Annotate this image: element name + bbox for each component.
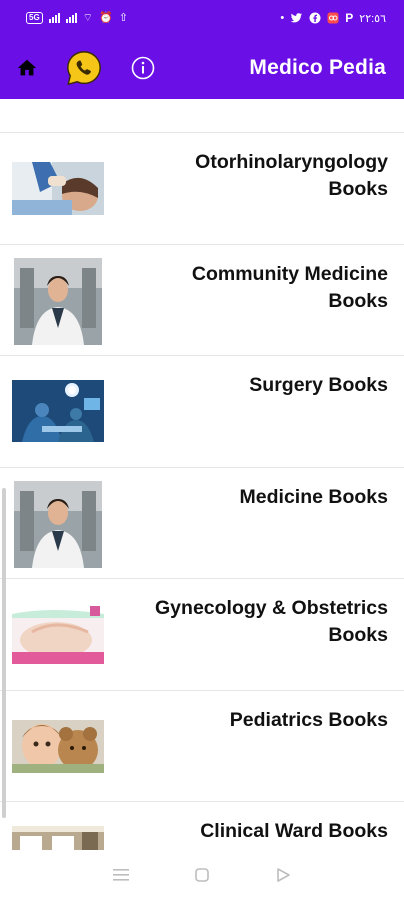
alarm-icon: ⏰ [99, 12, 113, 24]
system-nav-bar [0, 850, 404, 900]
list-item-title: Gynecology & Obstetrics Books [155, 597, 388, 646]
back-button[interactable] [271, 863, 295, 887]
app-bar: Medico Pedia [0, 36, 404, 99]
back-icon [277, 868, 291, 882]
dot-icon: • [280, 12, 285, 24]
status-left: 5G ⌔ ⏰ ⇧ [26, 12, 128, 24]
p-notification-icon: P [345, 11, 354, 25]
operating-room-photo [12, 380, 104, 442]
upload-icon: ⇧ [118, 12, 128, 24]
info-button[interactable] [130, 55, 156, 81]
nav-home-button[interactable] [190, 863, 214, 887]
status-right: • P ٢٢:٥٦ [280, 11, 386, 25]
clock: ٢٢:٥٦ [359, 12, 386, 25]
list-item-title: Medicine Books [239, 485, 388, 508]
list-item-surgery[interactable]: Surgery Books [0, 356, 404, 468]
facebook-icon [309, 12, 321, 24]
home-square-icon [195, 868, 209, 882]
child-with-teddy-photo [12, 719, 104, 773]
list-item-pediatrics[interactable]: Pediatrics Books [0, 691, 404, 802]
list-item-medicine[interactable]: Medicine Books [0, 468, 404, 579]
list-top-divider [0, 99, 404, 133]
list-item-gynecology-obstetrics[interactable]: Gynecology & Obstetrics Books [0, 579, 404, 691]
list-item-title: Pediatrics Books [229, 708, 388, 731]
pregnancy-photo [12, 604, 104, 664]
info-icon [131, 56, 155, 79]
recents-icon [112, 869, 129, 881]
list-item-community-medicine[interactable]: Community Medicine Books [0, 245, 404, 356]
signal-icon-2 [65, 13, 77, 23]
whatsapp-icon [67, 50, 101, 85]
signal-icon [48, 13, 60, 23]
list-item-otorhinolaryngology[interactable]: Otorhinolaryngology Books [0, 133, 404, 245]
list-item-title: Otorhinolaryngology Books [195, 151, 388, 200]
twitter-icon [291, 13, 303, 23]
app-title: Medico Pedia [249, 55, 386, 79]
whatsapp-button[interactable] [64, 48, 104, 88]
list-item-title: Community Medicine Books [191, 262, 388, 312]
doctor-portrait-photo [14, 257, 102, 345]
app-notification-icon [327, 12, 339, 24]
ent-exam-photo [12, 162, 104, 215]
recents-button[interactable] [109, 863, 133, 887]
home-button[interactable] [14, 55, 40, 81]
book-category-list: Otorhinolaryngology Books Community Medi… [0, 99, 404, 862]
doctor-portrait-photo [14, 480, 102, 568]
home-icon [17, 59, 37, 75]
list-item-title: Surgery Books [249, 374, 388, 396]
status-bar: 5G ⌔ ⏰ ⇧ • P ٢٢:٥٦ [0, 0, 404, 36]
wifi-icon: ⌔ [82, 12, 94, 24]
list-item-title: Clinical Ward Books [200, 820, 388, 842]
network-chip: 5G [26, 12, 43, 24]
scrollbar[interactable] [2, 488, 6, 818]
